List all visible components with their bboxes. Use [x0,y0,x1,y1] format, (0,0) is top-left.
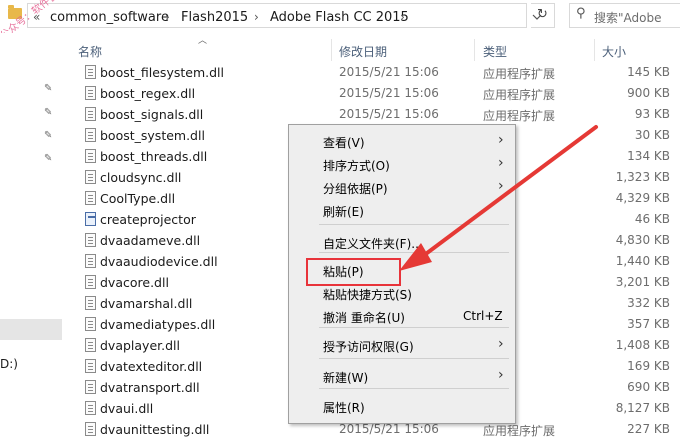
annotation-arrow [399,125,598,271]
